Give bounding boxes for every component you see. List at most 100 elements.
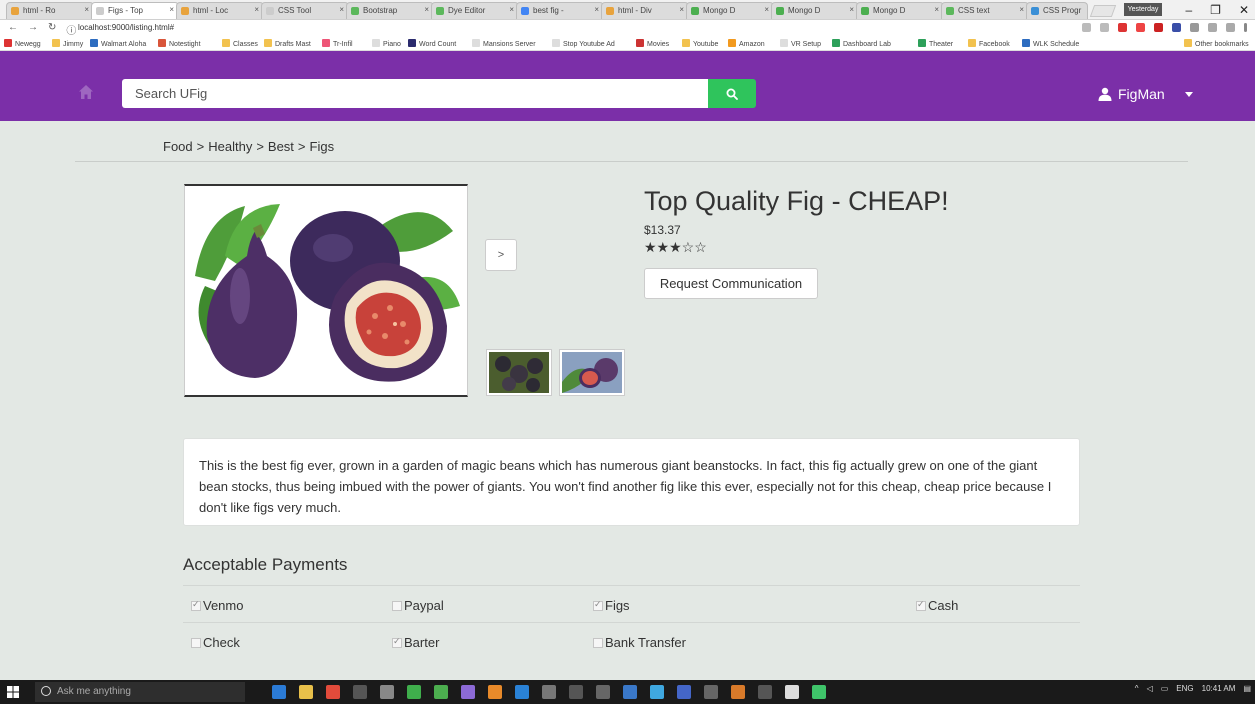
bookmark[interactable]: Movies xyxy=(636,39,669,48)
close-icon[interactable]: × xyxy=(84,5,89,14)
edge-icon[interactable] xyxy=(272,685,286,699)
breadcrumb-item-food[interactable]: Food xyxy=(163,139,193,154)
app-icon[interactable] xyxy=(569,685,583,699)
app-icon[interactable] xyxy=(488,685,502,699)
close-icon[interactable]: × xyxy=(679,5,684,14)
thumbnail-1[interactable] xyxy=(486,349,552,396)
bookmark-star-icon[interactable] xyxy=(1100,23,1109,32)
browser-tab[interactable]: html - Loc × xyxy=(176,2,264,19)
app-icon[interactable] xyxy=(677,685,691,699)
extension-icon[interactable] xyxy=(1118,23,1127,32)
browser-tab[interactable]: html - Div × xyxy=(601,2,689,19)
app-icon[interactable] xyxy=(407,685,421,699)
payment-option-paypal[interactable]: Paypal xyxy=(392,598,444,613)
bookmark[interactable]: Mansions Server xyxy=(472,39,536,48)
app-icon[interactable] xyxy=(758,685,772,699)
browser-tab[interactable]: CSS Tool × xyxy=(261,2,349,19)
browser-tab[interactable]: html - Ro × xyxy=(6,2,94,19)
extension-icon[interactable] xyxy=(1190,23,1199,32)
notifications-icon[interactable]: ▤ xyxy=(1243,684,1251,693)
close-icon[interactable]: × xyxy=(1019,5,1024,14)
breadcrumb-item-figs[interactable]: Figs xyxy=(310,139,335,154)
checkbox-checked[interactable] xyxy=(916,599,926,611)
browser-tab[interactable]: CSS text × xyxy=(941,2,1029,19)
browser-tab[interactable]: Mongo D × xyxy=(771,2,859,19)
bookmark[interactable]: WLK Schedule xyxy=(1022,39,1079,48)
bookmark[interactable]: Newegg xyxy=(4,39,41,48)
browser-tab[interactable]: CSS Progr xyxy=(1026,2,1088,19)
browser-tab[interactable]: Bootstrap × xyxy=(346,2,434,19)
windows-start-icon[interactable] xyxy=(7,686,19,698)
payment-option-venmo[interactable]: Venmo xyxy=(191,598,243,613)
visual-studio-icon[interactable] xyxy=(461,685,475,699)
checkbox[interactable] xyxy=(593,637,603,648)
bookmark[interactable]: Stop Youtube Ad xyxy=(552,39,615,48)
bookmark[interactable]: Theater xyxy=(918,39,953,48)
payment-option-bank-transfer[interactable]: Bank Transfer xyxy=(593,635,686,650)
clock[interactable]: 10:41 AM xyxy=(1202,684,1236,693)
user-menu[interactable]: FigMan xyxy=(1098,86,1193,102)
home-icon[interactable] xyxy=(78,84,94,100)
bookmark[interactable]: Notestight xyxy=(158,39,201,48)
extension-icon[interactable] xyxy=(1136,23,1145,32)
search-button[interactable] xyxy=(708,79,756,108)
close-icon[interactable]: × xyxy=(254,5,259,14)
app-icon[interactable] xyxy=(353,685,367,699)
back-arrow-icon[interactable]: ← xyxy=(8,22,18,37)
extension-icon[interactable] xyxy=(1172,23,1181,32)
close-icon[interactable]: × xyxy=(424,5,429,14)
bookmark[interactable]: Piano xyxy=(372,39,401,48)
checkbox-checked[interactable] xyxy=(191,599,201,611)
url-field[interactable]: localhost:9000/listing.html# xyxy=(78,23,174,32)
request-communication-button[interactable]: Request Communication xyxy=(644,268,818,299)
browser-tab[interactable]: Dye Editor × xyxy=(431,2,519,19)
close-icon[interactable]: × xyxy=(169,5,174,14)
close-icon[interactable]: × xyxy=(849,5,854,14)
zoom-icon[interactable] xyxy=(1082,23,1091,32)
checkbox[interactable] xyxy=(392,600,402,611)
chrome-menu-icon[interactable] xyxy=(1244,23,1247,32)
breadcrumb-item-best[interactable]: Best xyxy=(268,139,294,154)
close-window-icon[interactable]: ✕ xyxy=(1239,3,1249,17)
breadcrumb-item-healthy[interactable]: Healthy xyxy=(208,139,252,154)
close-icon[interactable]: × xyxy=(934,5,939,14)
app-icon[interactable] xyxy=(542,685,556,699)
payment-option-figs[interactable]: Figs xyxy=(593,598,630,613)
restore-icon[interactable]: ❐ xyxy=(1210,3,1221,17)
browser-tab[interactable]: Mongo D × xyxy=(686,2,774,19)
bookmark[interactable]: Youtube xyxy=(682,39,718,48)
browser-tab[interactable]: Mongo D × xyxy=(856,2,944,19)
checkbox-checked[interactable] xyxy=(392,636,402,648)
bookmark[interactable]: Jimmy xyxy=(52,39,83,48)
app-icon[interactable] xyxy=(434,685,448,699)
bookmark[interactable]: Classes xyxy=(222,39,258,48)
close-icon[interactable]: × xyxy=(594,5,599,14)
network-icon[interactable]: ▭ xyxy=(1161,684,1169,693)
extension-icon[interactable] xyxy=(1208,23,1217,32)
bookmark[interactable]: Amazon xyxy=(728,39,765,48)
close-icon[interactable]: × xyxy=(764,5,769,14)
app-icon[interactable] xyxy=(731,685,745,699)
chrome-icon[interactable] xyxy=(326,685,340,699)
bookmark[interactable]: Drafts Mast xyxy=(264,39,311,48)
forward-arrow-icon[interactable]: → xyxy=(28,22,38,37)
payment-option-barter[interactable]: Barter xyxy=(392,635,439,650)
app-icon[interactable] xyxy=(812,685,826,699)
next-image-button[interactable]: > xyxy=(485,239,517,271)
app-icon[interactable] xyxy=(623,685,637,699)
payment-option-check[interactable]: Check xyxy=(191,635,240,650)
close-icon[interactable]: × xyxy=(509,5,514,14)
app-icon[interactable] xyxy=(785,685,799,699)
extension-icon[interactable] xyxy=(1226,23,1235,32)
taskbar-search-input[interactable]: Ask me anything xyxy=(35,682,245,702)
browser-tab-active[interactable]: Figs - Top × xyxy=(91,2,179,19)
new-tab-button[interactable] xyxy=(1089,5,1117,17)
payment-option-cash[interactable]: Cash xyxy=(916,598,958,613)
reload-icon[interactable]: ↻ xyxy=(48,22,56,37)
close-icon[interactable]: × xyxy=(339,5,344,14)
checkbox-checked[interactable] xyxy=(593,599,603,611)
volume-icon[interactable]: ◁ xyxy=(1147,684,1153,693)
app-icon[interactable] xyxy=(704,685,718,699)
browser-tab[interactable]: best fig - × xyxy=(516,2,604,19)
minimize-icon[interactable]: – xyxy=(1185,3,1192,17)
